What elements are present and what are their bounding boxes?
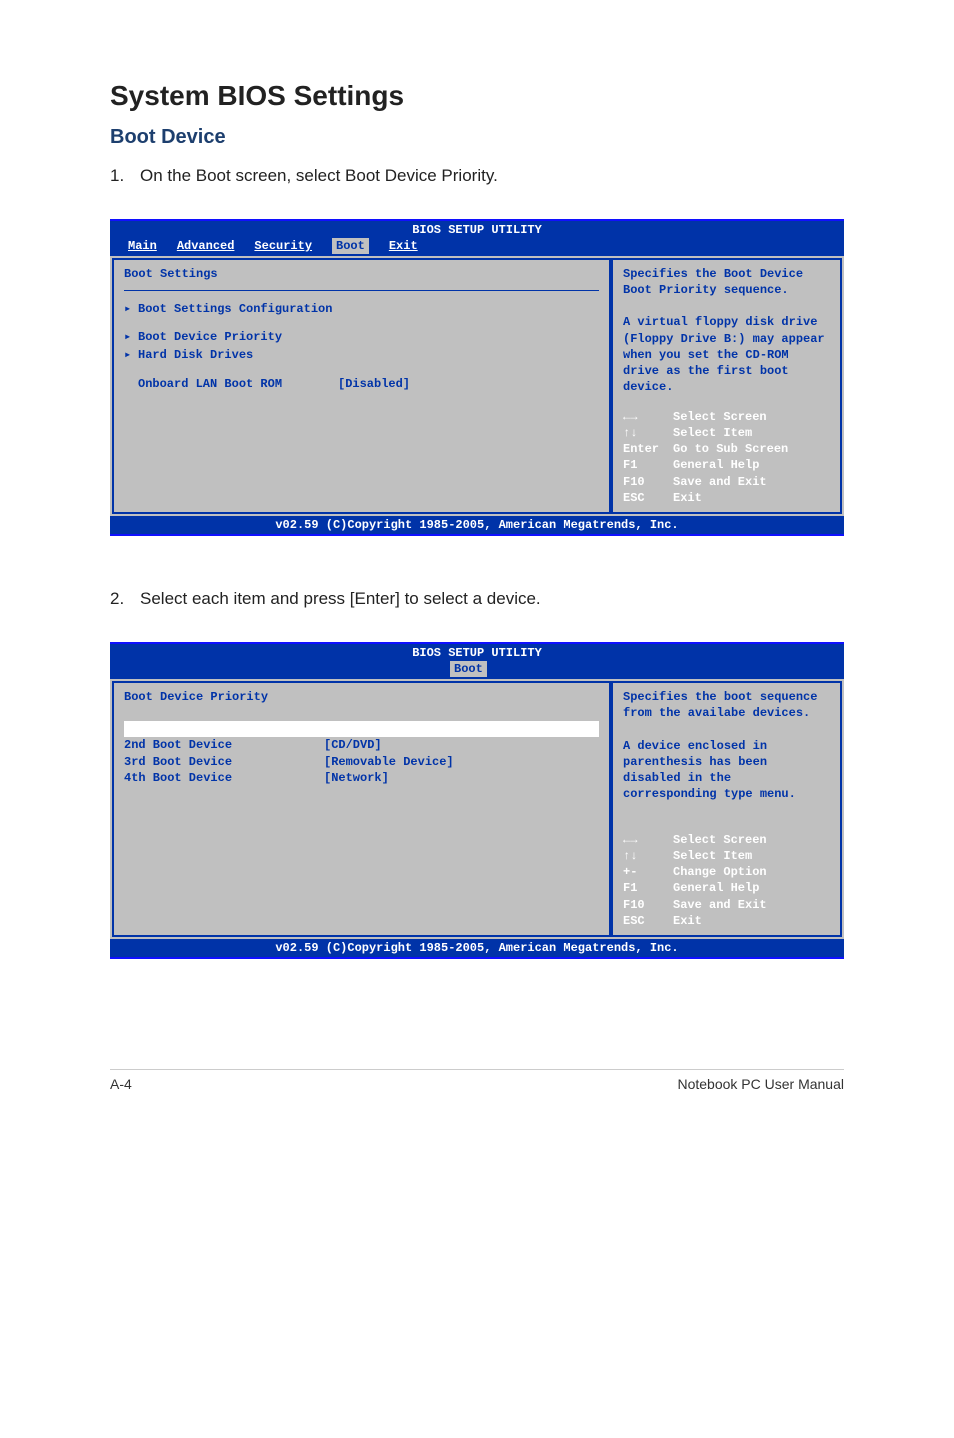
step-1-number: 1. xyxy=(110,163,140,189)
key-f1: F1 xyxy=(623,457,673,473)
bios1-tabs: Main Advanced Security Boot Exit xyxy=(110,238,844,256)
step-1: 1. On the Boot screen, select Boot Devic… xyxy=(110,163,844,189)
key-enter: Enter xyxy=(623,441,673,457)
manual-title: Notebook PC User Manual xyxy=(677,1076,844,1092)
step-2-text: Select each item and press [Enter] to se… xyxy=(140,586,541,612)
bios1-help-text: Specifies the Boot Device Boot Priority … xyxy=(623,266,830,396)
submenu-arrow-icon: ▸ xyxy=(124,347,138,363)
onboard-lan-value: [Disabled] xyxy=(338,376,410,392)
bios2-left-pane: Boot Device Priority 1st Boot Device [Ha… xyxy=(112,681,611,937)
step-2: 2. Select each item and press [Enter] to… xyxy=(110,586,844,612)
tab-advanced: Advanced xyxy=(177,238,255,254)
bios1-left-pane: Boot Settings ▸ Boot Settings Configurat… xyxy=(112,258,611,514)
menu-boot-settings-config: ▸ Boot Settings Configuration xyxy=(124,301,599,317)
tab-boot: Boot xyxy=(450,661,487,677)
bios2-footer: v02.59 (C)Copyright 1985-2005, American … xyxy=(110,939,844,957)
menu-boot-device-priority: ▸ Boot Device Priority xyxy=(124,329,599,345)
tab-exit: Exit xyxy=(389,238,438,254)
key-arrows-lr-icon: ←→ xyxy=(623,832,673,848)
key-arrows-ud-icon: ↑↓ xyxy=(623,848,673,864)
page-number: A-4 xyxy=(110,1076,132,1092)
tab-main: Main xyxy=(128,238,177,254)
bios1-left-title: Boot Settings xyxy=(124,266,599,282)
bios1-key-hints: ←→Select Screen ↑↓Select Item EnterGo to… xyxy=(623,409,830,506)
menu-hard-disk-drives: ▸ Hard Disk Drives xyxy=(124,347,599,363)
page-title: System BIOS Settings xyxy=(110,80,844,112)
bios2-header: BIOS SETUP UTILITY xyxy=(110,644,844,661)
bios2-left-title: Boot Device Priority xyxy=(124,689,599,705)
page-subtitle: Boot Device xyxy=(110,126,844,149)
submenu-arrow-icon: ▸ xyxy=(124,329,138,345)
step-1-text: On the Boot screen, select Boot Device P… xyxy=(140,163,498,189)
step-2-number: 2. xyxy=(110,586,140,612)
key-f1: F1 xyxy=(623,880,673,896)
key-arrows-ud-icon: ↑↓ xyxy=(623,425,673,441)
bios1-right-pane: Specifies the Boot Device Boot Priority … xyxy=(611,258,842,514)
key-f10: F10 xyxy=(623,474,673,490)
tab-security: Security xyxy=(254,238,332,254)
boot-device-row-2: 2nd Boot Device [CD/DVD] xyxy=(124,737,599,753)
boot-device-row-3: 3rd Boot Device [Removable Device] xyxy=(124,754,599,770)
bios-screenshot-1: BIOS SETUP UTILITY Main Advanced Securit… xyxy=(110,219,844,537)
boot-device-row-4: 4th Boot Device [Network] xyxy=(124,770,599,786)
key-f10: F10 xyxy=(623,897,673,913)
bios1-header: BIOS SETUP UTILITY xyxy=(110,221,844,238)
page-footer: A-4 Notebook PC User Manual xyxy=(110,1069,844,1092)
submenu-arrow-icon: ▸ xyxy=(124,301,138,317)
bios2-help-text: Specifies the boot sequence from the ava… xyxy=(623,689,830,802)
onboard-lan-label: Onboard LAN Boot ROM xyxy=(138,376,338,392)
key-plus-minus: +- xyxy=(623,864,673,880)
menu-onboard-lan-boot-rom: Onboard LAN Boot ROM [Disabled] xyxy=(124,376,599,392)
tab-boot: Boot xyxy=(332,238,369,254)
bios2-right-pane: Specifies the boot sequence from the ava… xyxy=(611,681,842,937)
key-arrows-lr-icon: ←→ xyxy=(623,409,673,425)
bios-screenshot-2: BIOS SETUP UTILITY Boot Boot Device Prio… xyxy=(110,642,844,960)
boot-device-row-1: 1st Boot Device [Hard Drive] xyxy=(124,721,599,737)
bios2-key-hints: ←→Select Screen ↑↓Select Item +-Change O… xyxy=(623,832,830,929)
bios1-footer: v02.59 (C)Copyright 1985-2005, American … xyxy=(110,516,844,534)
key-esc: ESC xyxy=(623,913,673,929)
key-esc: ESC xyxy=(623,490,673,506)
bios2-tabs: Boot xyxy=(110,661,844,679)
